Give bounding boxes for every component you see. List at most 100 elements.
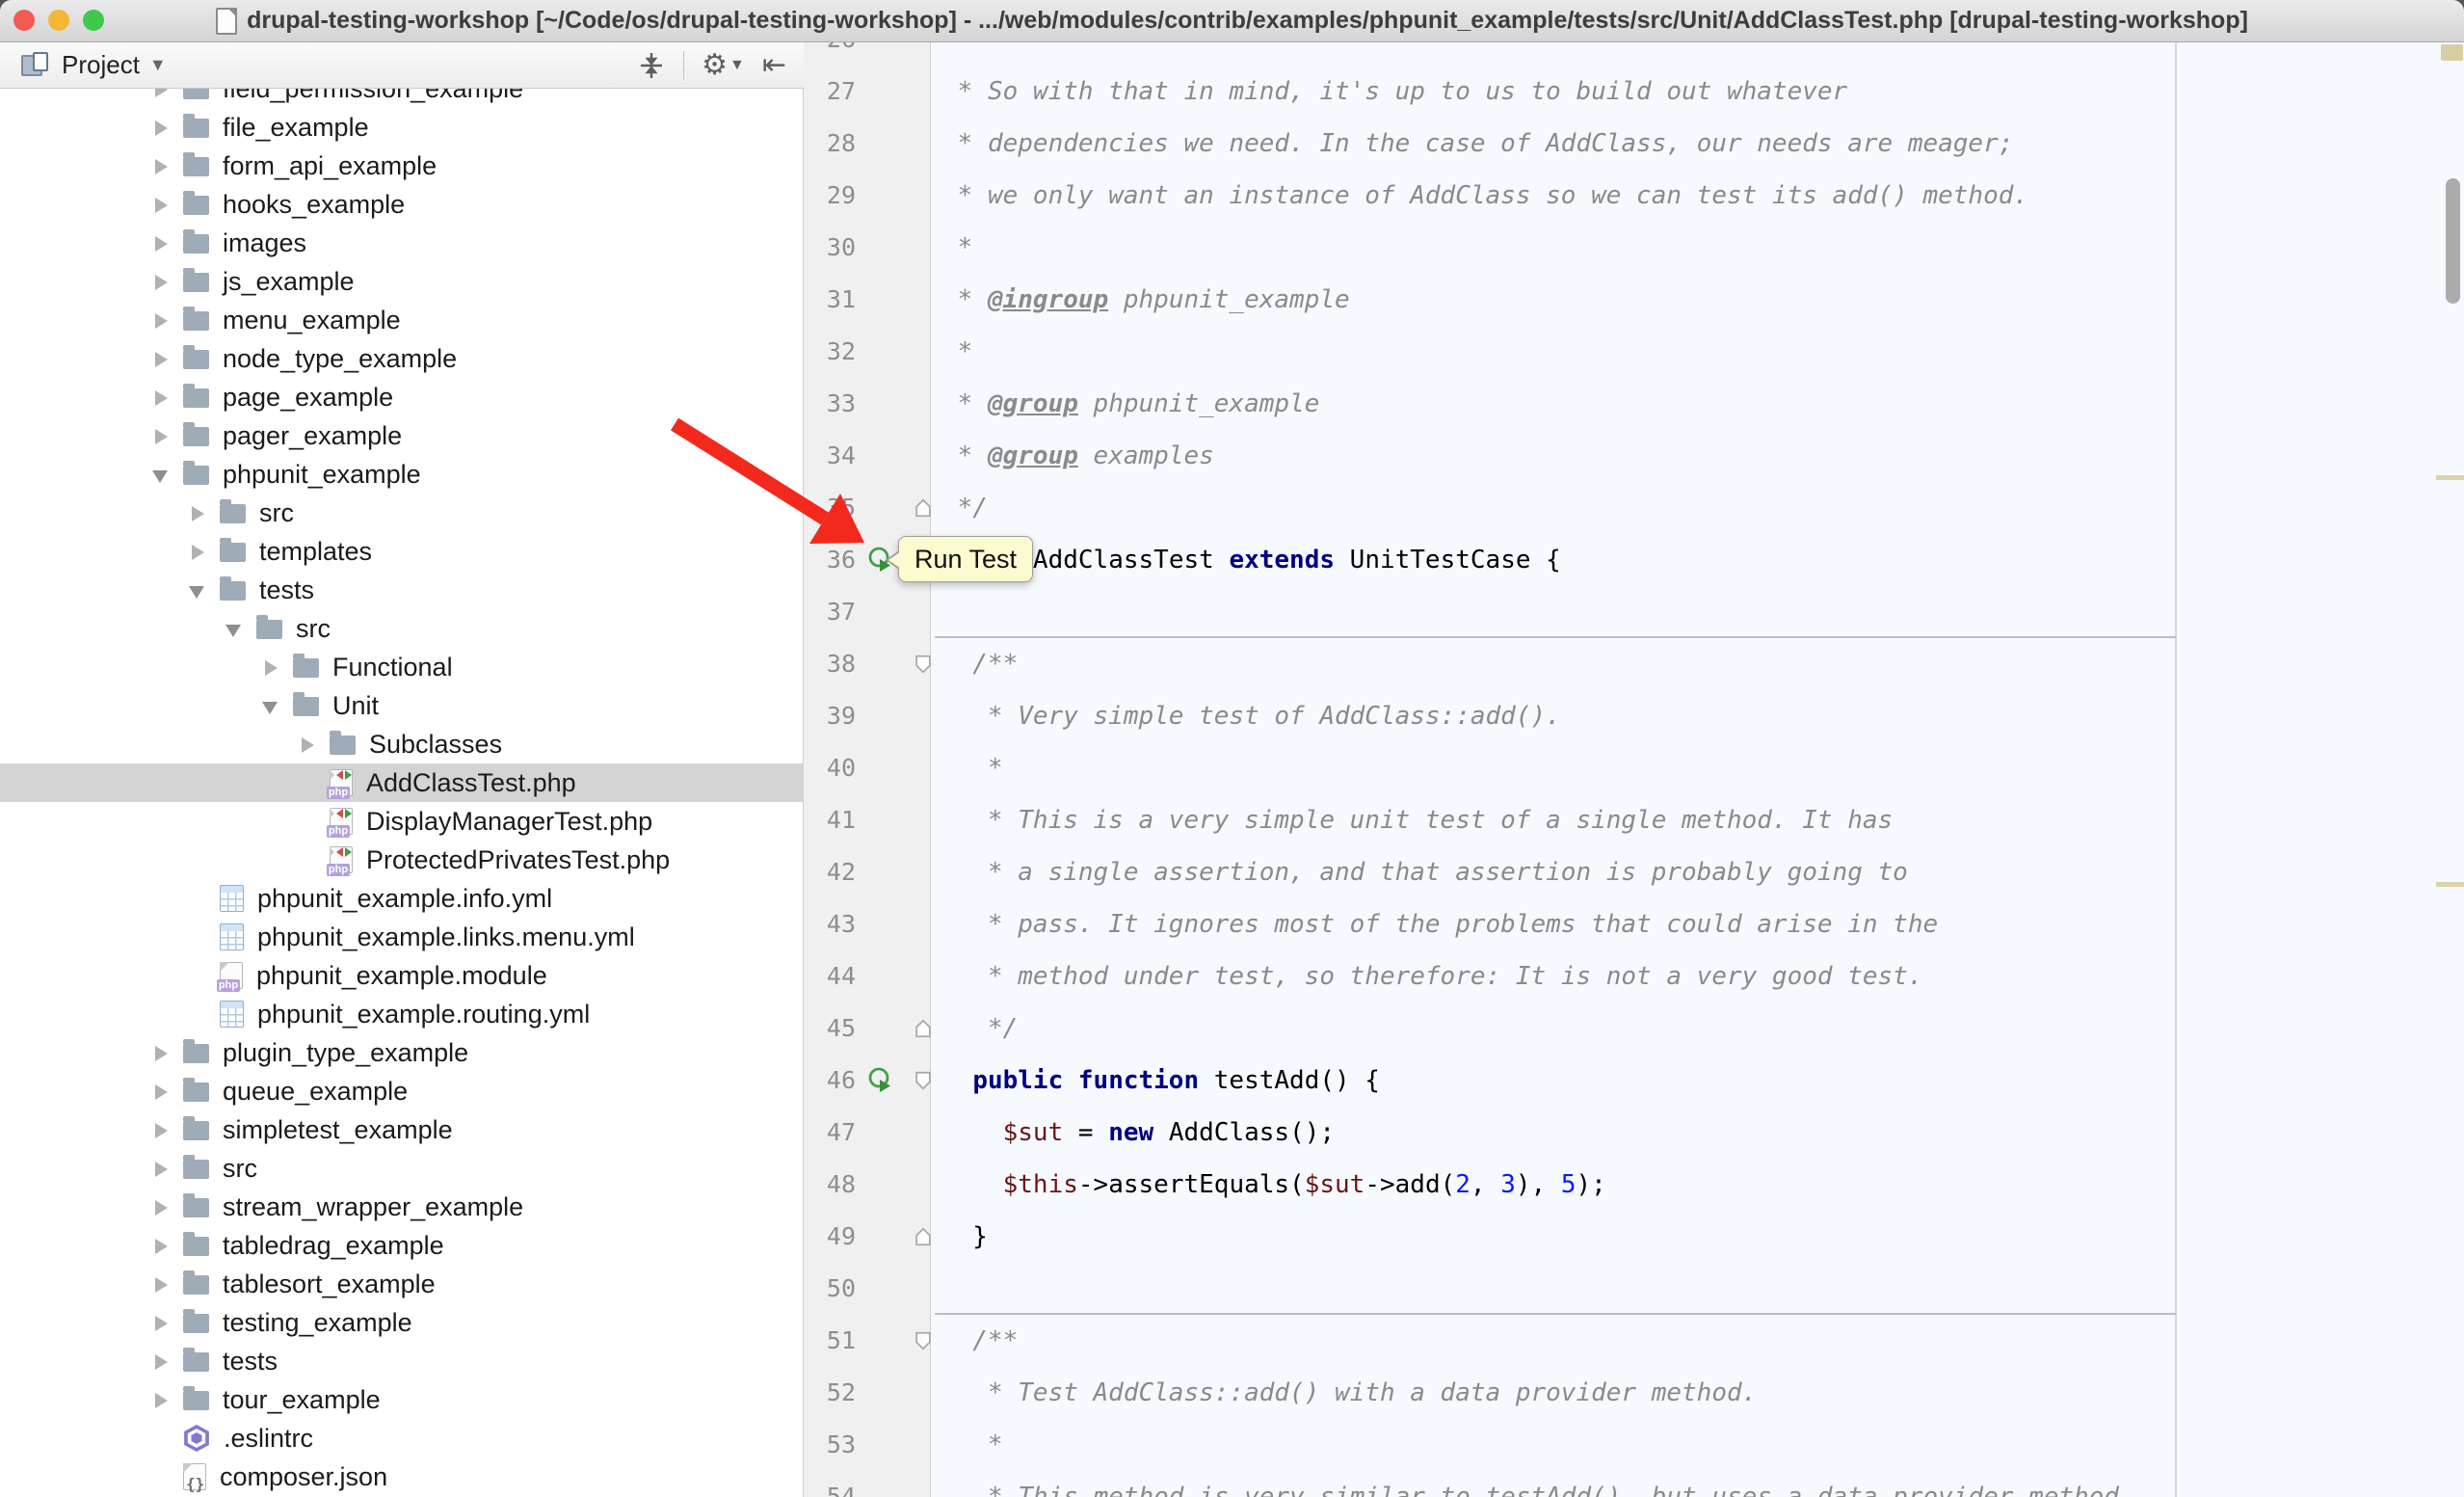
close-window-button[interactable] — [13, 10, 35, 31]
tree-item-phpunit-example-routing-yml[interactable]: phpunit_example.routing.yml — [0, 995, 804, 1033]
expand-arrow-icon[interactable] — [152, 1044, 170, 1061]
tree-item-functional[interactable]: Functional — [0, 648, 804, 686]
tree-item-subclasses[interactable]: Subclasses — [0, 725, 804, 763]
expand-arrow-icon[interactable] — [152, 1352, 170, 1370]
hide-panel-icon[interactable]: ⇤ — [762, 51, 786, 80]
folder-icon — [220, 504, 246, 523]
tree-spacer — [299, 813, 316, 830]
tree-item-tablesort-example[interactable]: tablesort_example — [0, 1265, 804, 1303]
tree-item-page-example[interactable]: page_example — [0, 378, 804, 416]
toolbar-divider — [683, 51, 685, 80]
tree-item-phpunit-example[interactable]: phpunit_example — [0, 455, 804, 494]
tree-item-templates[interactable]: templates — [0, 532, 804, 571]
editor-scrollbar[interactable] — [2446, 178, 2460, 304]
tree-item-phpunit-example-info-yml[interactable]: phpunit_example.info.yml — [0, 879, 804, 918]
expand-arrow-icon[interactable] — [152, 1237, 170, 1254]
project-tool-window: field_permission_examplefile_exampleform… — [0, 42, 804, 1497]
folder-icon — [183, 1314, 209, 1333]
tree-item-js-example[interactable]: js_example — [0, 262, 804, 301]
tree-spacer — [299, 851, 316, 869]
tree-item-hooks-example[interactable]: hooks_example — [0, 185, 804, 224]
tree-item-file-example[interactable]: file_example — [0, 108, 804, 147]
collapse-arrow-icon[interactable] — [189, 581, 206, 599]
tree-item-protectedprivatestest-php[interactable]: phpProtectedPrivatesTest.php — [0, 841, 804, 879]
tree-item-simpletest-example[interactable]: simpletest_example — [0, 1110, 804, 1149]
tree-item-node-type-example[interactable]: node_type_example — [0, 339, 804, 378]
folder-icon — [293, 658, 319, 678]
tree-item-src[interactable]: src — [0, 609, 804, 648]
tree-spacer — [299, 774, 316, 791]
tree-item-pager-example[interactable]: pager_example — [0, 416, 804, 455]
error-stripe-mark[interactable] — [2436, 882, 2464, 887]
expand-arrow-icon[interactable] — [189, 543, 206, 560]
collapse-arrow-icon[interactable] — [152, 466, 170, 483]
folder-icon — [183, 157, 209, 176]
expand-arrow-icon[interactable] — [152, 311, 170, 329]
tree-item-addclasstest-php[interactable]: phpAddClassTest.php — [0, 763, 804, 802]
collapse-arrow-icon[interactable] — [262, 697, 279, 714]
tree-item-menu-example[interactable]: menu_example — [0, 301, 804, 339]
tree-item-queue-example[interactable]: queue_example — [0, 1072, 804, 1110]
tree-item-src[interactable]: src — [0, 1149, 804, 1188]
expand-arrow-icon[interactable] — [152, 157, 170, 174]
tree-item-plugin-type-example[interactable]: plugin_type_example — [0, 1033, 804, 1072]
tree-spacer — [152, 1430, 170, 1447]
yaml-file-icon — [220, 885, 244, 912]
php-test-file-icon: php — [330, 846, 353, 873]
tree-item-form-api-example[interactable]: form_api_example — [0, 147, 804, 185]
run-test-tooltip-label: Run Test — [914, 545, 1017, 575]
code-analysis-indicator[interactable] — [2441, 44, 2463, 61]
expand-arrow-icon[interactable] — [152, 234, 170, 252]
collapse-arrow-icon[interactable] — [225, 620, 243, 637]
php-test-file-icon: php — [330, 769, 353, 796]
minimize-window-button[interactable] — [48, 10, 69, 31]
folder-icon — [183, 1083, 209, 1102]
run-test-tooltip[interactable]: Run Test — [898, 536, 1033, 582]
folder-icon — [330, 735, 356, 755]
folder-icon — [183, 466, 209, 485]
error-stripe-mark[interactable] — [2436, 475, 2464, 480]
tree-item-tests[interactable]: tests — [0, 1342, 804, 1380]
expand-arrow-icon[interactable] — [152, 388, 170, 406]
tree-item-phpunit-example-module[interactable]: phpphpunit_example.module — [0, 956, 804, 995]
tree-item-src[interactable]: src — [0, 494, 804, 532]
expand-arrow-icon[interactable] — [152, 1083, 170, 1100]
expand-arrow-icon[interactable] — [152, 1275, 170, 1293]
expand-arrow-icon[interactable] — [152, 350, 170, 367]
chevron-down-icon[interactable]: ▼ — [149, 55, 167, 75]
tree-item-phpunit-example-links-menu-yml[interactable]: phpunit_example.links.menu.yml — [0, 918, 804, 956]
project-tree[interactable]: field_permission_examplefile_exampleform… — [0, 42, 804, 1497]
zoom-window-button[interactable] — [83, 10, 104, 31]
folder-icon — [256, 620, 282, 639]
expand-arrow-icon[interactable] — [152, 1314, 170, 1331]
expand-arrow-icon[interactable] — [152, 273, 170, 290]
expand-arrow-icon[interactable] — [189, 504, 206, 521]
editor-background[interactable] — [931, 42, 2464, 1497]
yaml-file-icon — [220, 1001, 244, 1028]
project-panel-title[interactable]: Project — [62, 50, 140, 80]
expand-arrow-icon[interactable] — [152, 1121, 170, 1138]
expand-arrow-icon[interactable] — [299, 735, 316, 753]
tree-item-composer-json[interactable]: {}composer.json — [0, 1457, 804, 1496]
expand-arrow-icon[interactable] — [152, 1391, 170, 1408]
gear-icon[interactable]: ⚙▼ — [702, 51, 745, 80]
collapse-vertical-icon[interactable] — [637, 51, 666, 80]
expand-arrow-icon[interactable] — [262, 658, 279, 676]
tree-item-tabledrag-example[interactable]: tabledrag_example — [0, 1226, 804, 1265]
tree-item-tests[interactable]: tests — [0, 571, 804, 609]
tree-item-tour-example[interactable]: tour_example — [0, 1380, 804, 1419]
expand-arrow-icon[interactable] — [152, 427, 170, 444]
tree-item-testing-example[interactable]: testing_example — [0, 1303, 804, 1342]
expand-arrow-icon[interactable] — [152, 119, 170, 136]
tree-item-displaymanagertest-php[interactable]: phpDisplayManagerTest.php — [0, 802, 804, 841]
tree-item--eslintrc[interactable]: .eslintrc — [0, 1419, 804, 1457]
tree-item-stream-wrapper-example[interactable]: stream_wrapper_example — [0, 1188, 804, 1226]
project-tool-icon — [21, 52, 48, 79]
editor-gutter[interactable] — [804, 42, 931, 1497]
expand-arrow-icon[interactable] — [152, 1160, 170, 1177]
tree-item-images[interactable]: images — [0, 224, 804, 262]
expand-arrow-icon[interactable] — [152, 196, 170, 213]
eslint-file-icon — [183, 1425, 210, 1452]
tree-item-unit[interactable]: Unit — [0, 686, 804, 725]
expand-arrow-icon[interactable] — [152, 1198, 170, 1216]
